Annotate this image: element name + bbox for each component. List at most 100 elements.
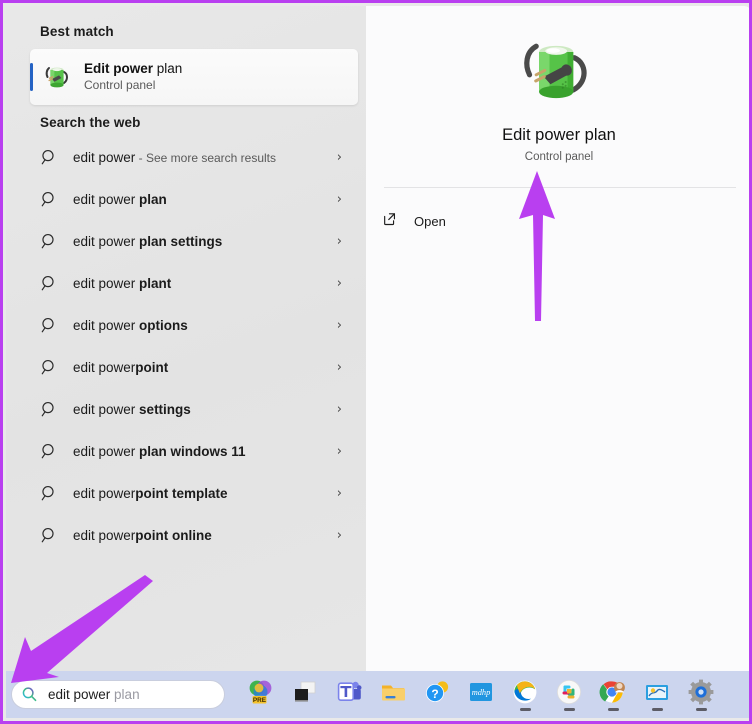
svg-text:PRE: PRE [253, 697, 267, 704]
screenshot-frame: Best match Edit power plan Control panel… [0, 0, 752, 724]
web-suggestion-prefix: edit power [73, 233, 140, 249]
taskbar-search-input[interactable]: edit power plan [11, 680, 225, 709]
best-match-subtitle: Control panel [84, 78, 156, 93]
windows-search-flyout: Best match Edit power plan Control panel… [6, 6, 749, 677]
svg-text:?: ? [431, 687, 438, 701]
task-view-icon[interactable] [283, 673, 327, 717]
microsoft-edge-icon[interactable] [503, 673, 547, 717]
web-suggestion-bold: options [139, 317, 188, 333]
web-suggestion-label: edit power plan settings [73, 234, 222, 249]
open-action-button[interactable]: Open [366, 202, 749, 240]
search-query-text: edit power plan [48, 687, 140, 702]
svg-text:mdhp: mdhp [472, 688, 491, 697]
web-suggestion-label: edit powerpoint online [73, 528, 212, 543]
web-suggestion-label: edit power plan [73, 192, 167, 207]
web-suggestion-prefix: edit power [73, 359, 136, 375]
web-suggestion-row[interactable]: edit power settings › [6, 388, 366, 430]
running-indicator [651, 708, 663, 711]
search-suggestion-text: plan [110, 687, 140, 702]
web-suggestion-row[interactable]: edit power plan › [6, 178, 366, 220]
web-suggestion-prefix: edit power [73, 149, 136, 165]
best-match-title: Edit power plan [84, 61, 182, 78]
adobe-premiere-elements-icon[interactable]: PRE [239, 673, 283, 717]
selection-accent-bar [30, 63, 33, 91]
search-results-pane: Best match Edit power plan Control panel… [6, 6, 366, 677]
chevron-right-icon: › [336, 149, 342, 165]
best-match-heading: Best match [40, 24, 114, 39]
chevron-right-icon: › [336, 317, 342, 333]
chevron-right-icon: › [336, 275, 342, 291]
taskbar-app-icons: PRE ? mdhp [239, 673, 723, 717]
search-icon [41, 191, 54, 206]
chevron-right-icon: › [336, 233, 342, 249]
chevron-right-icon: › [336, 191, 342, 207]
search-icon [41, 359, 54, 374]
web-suggestion-label: edit power settings [73, 402, 191, 417]
web-suggestion-prefix: edit power [73, 317, 140, 333]
web-suggestion-row[interactable]: edit power plant › [6, 262, 366, 304]
web-suggestion-prefix: edit power [73, 191, 140, 207]
web-suggestions-list: edit power - See more search results › edi… [6, 136, 366, 556]
web-suggestion-row[interactable]: edit power options › [6, 304, 366, 346]
settings-gear-icon[interactable] [679, 673, 723, 717]
best-match-text: Edit power plan Control panel [84, 61, 182, 94]
web-suggestion-bold: plan settings [139, 233, 223, 249]
google-chrome-icon[interactable] [591, 673, 635, 717]
slack-icon[interactable] [547, 673, 591, 717]
web-suggestion-prefix: edit power [73, 401, 140, 417]
preview-divider [384, 187, 736, 188]
preview-title: Edit power plan [502, 126, 616, 144]
web-suggestion-bold: point online [135, 527, 212, 543]
web-suggestion-suffix: - See more search results [135, 150, 277, 165]
web-suggestion-bold: plan windows 11 [139, 443, 246, 459]
running-indicator [519, 708, 531, 711]
search-icon [41, 527, 54, 542]
chevron-right-icon: › [336, 527, 342, 543]
web-suggestion-label: edit powerpoint template [73, 486, 228, 501]
microsoft-teams-icon[interactable] [327, 673, 371, 717]
search-icon [41, 317, 54, 332]
running-indicator [695, 708, 707, 711]
taskbar: edit power plan PRE ? mdhp [6, 671, 749, 718]
search-icon [41, 485, 54, 500]
search-icon [41, 275, 54, 290]
paint-app-icon[interactable] [635, 673, 679, 717]
chevron-right-icon: › [336, 401, 342, 417]
web-suggestion-bold: settings [139, 401, 191, 417]
external-link-icon [382, 211, 398, 232]
web-suggestion-row[interactable]: edit power plan windows 11 › [6, 430, 366, 472]
web-suggestion-bold: plant [139, 275, 172, 291]
search-icon [41, 233, 54, 248]
web-suggestion-prefix: edit power [73, 527, 136, 543]
best-match-title-bold: Edit power [84, 60, 154, 76]
web-suggestion-row[interactable]: edit powerpoint template › [6, 472, 366, 514]
chevron-right-icon: › [336, 443, 342, 459]
file-explorer-icon[interactable] [371, 673, 415, 717]
web-suggestion-label: edit power plant [73, 276, 171, 291]
best-match-result[interactable]: Edit power plan Control panel [30, 49, 358, 105]
help-support-icon[interactable]: ? [415, 673, 459, 717]
web-suggestion-label: edit power options [73, 318, 188, 333]
power-plan-battery-icon [521, 33, 597, 114]
chevron-right-icon: › [336, 485, 342, 501]
search-typed-text: edit power [48, 687, 111, 702]
search-icon [41, 149, 54, 164]
web-suggestion-row[interactable]: edit power plan settings › [6, 220, 366, 262]
search-icon [41, 401, 54, 416]
mdhp-app-icon[interactable]: mdhp [459, 673, 503, 717]
search-the-web-heading: Search the web [40, 115, 141, 130]
web-suggestion-bold: plan [139, 191, 167, 207]
preview-icon-container [366, 30, 749, 116]
web-suggestion-row[interactable]: edit powerpoint online › [6, 514, 366, 556]
web-suggestion-label: edit powerpoint [73, 360, 168, 375]
web-suggestion-prefix: edit power [73, 443, 140, 459]
power-plan-battery-icon [44, 62, 74, 92]
search-icon [41, 443, 54, 458]
web-suggestion-prefix: edit power [73, 485, 136, 501]
web-suggestion-row[interactable]: edit power - See more search results › [6, 136, 366, 178]
web-suggestion-label: edit power - See more search results [73, 150, 276, 165]
preview-subtitle: Control panel [524, 151, 594, 163]
web-suggestion-row[interactable]: edit powerpoint › [6, 346, 366, 388]
running-indicator [563, 708, 575, 711]
running-indicator [607, 708, 619, 711]
